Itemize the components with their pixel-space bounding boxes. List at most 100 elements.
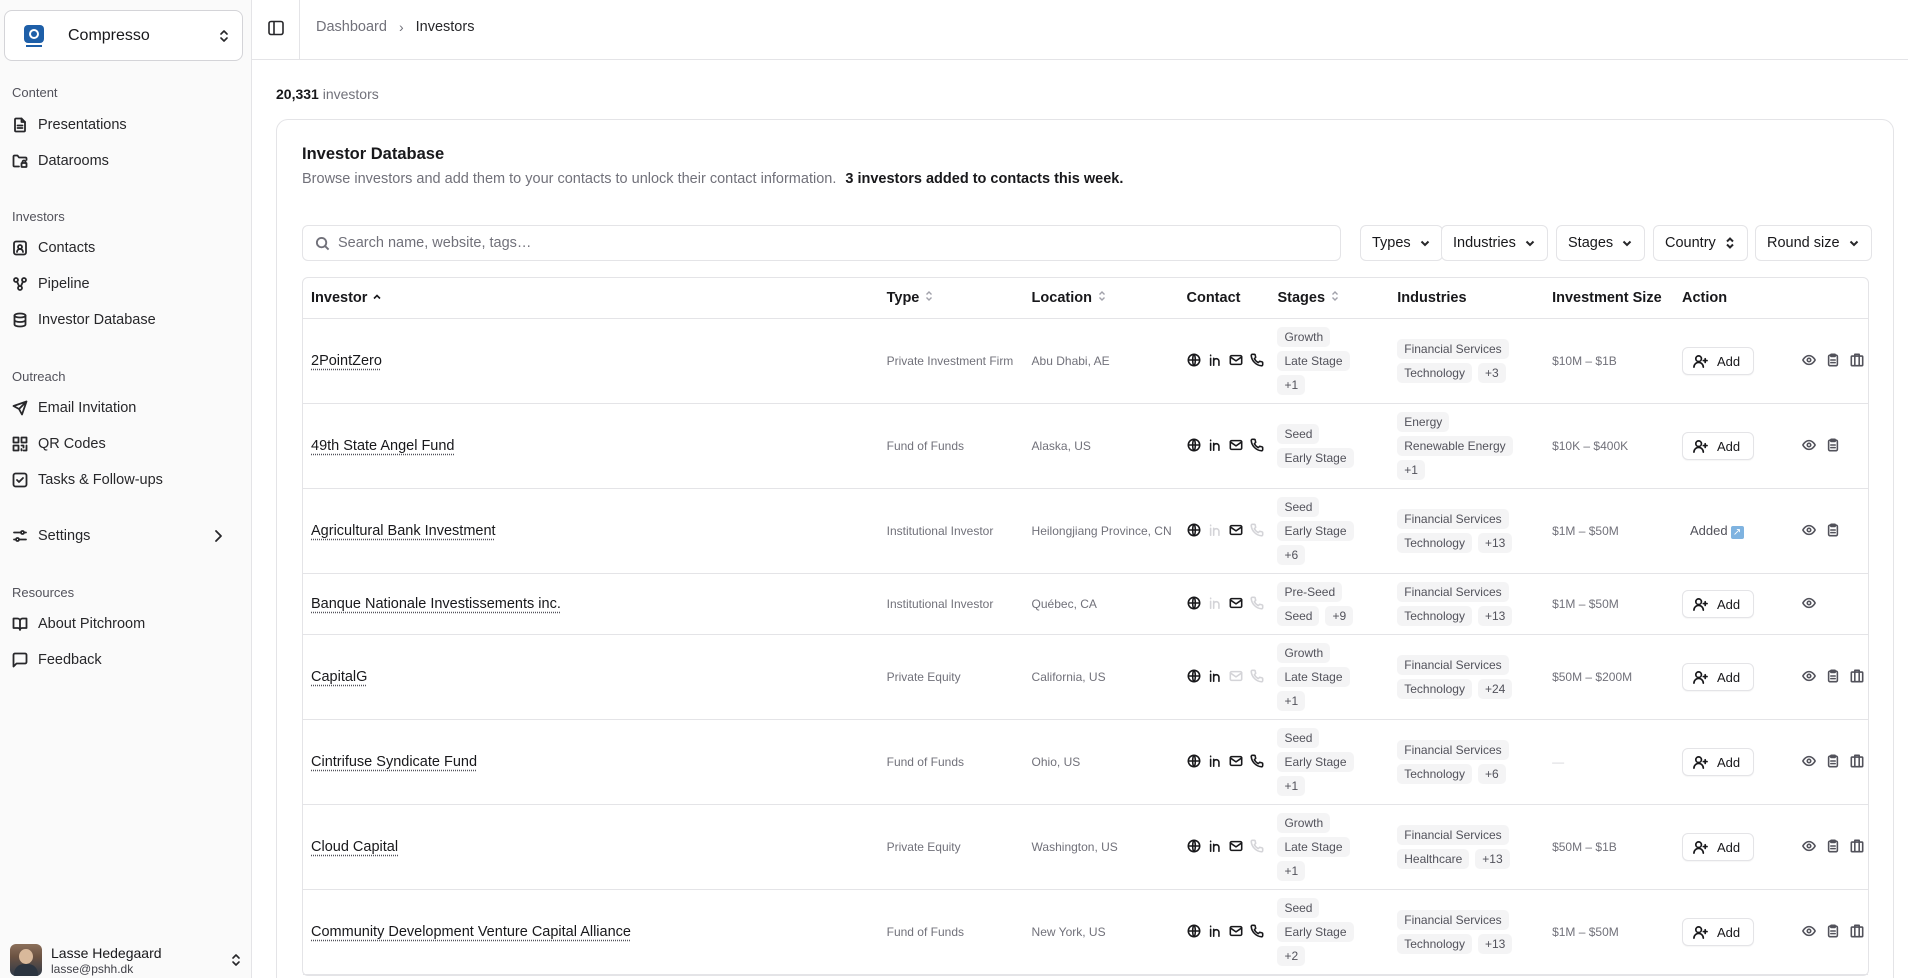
linkedin-icon[interactable] [1208, 754, 1222, 771]
globe-icon[interactable] [1187, 438, 1201, 455]
cell-industries: Financial Services Technology +13 [1389, 890, 1545, 975]
table-row[interactable]: 2PointZero Private Investment Firm Abu Dha… [303, 319, 1868, 404]
investor-name-link[interactable]: Cintrifuse Syndicate Fund [311, 754, 477, 770]
mail-icon[interactable] [1229, 438, 1243, 455]
add-contact-button[interactable]: Add [1681, 590, 1755, 618]
linkedin-icon[interactable] [1208, 353, 1222, 370]
building-icon[interactable] [1850, 924, 1864, 941]
table-row[interactable]: Community Development Venture Capital Al… [303, 890, 1868, 975]
table-row[interactable]: Cloud Capital Private Equity Washington, U… [303, 805, 1868, 890]
filter-industries[interactable]: Industries [1441, 225, 1548, 261]
globe-icon[interactable] [1187, 669, 1201, 686]
sidebar-item-pipeline[interactable]: Pipeline [12, 270, 240, 298]
user-menu[interactable]: Lasse Hedegaard lasse@pshh.dk [10, 943, 242, 977]
table-row[interactable]: 49th State Angel Fund Fund of Funds Alaska… [303, 404, 1868, 489]
search-input[interactable] [338, 235, 1340, 251]
sidebar-item-qr-codes[interactable]: QR Codes [12, 430, 240, 458]
search-box[interactable] [302, 225, 1341, 261]
added-status[interactable]: Added ↗ [1682, 523, 1744, 539]
investor-name-link[interactable]: Agricultural Bank Investment [311, 523, 496, 539]
view-icon[interactable] [1802, 924, 1816, 941]
view-icon[interactable] [1802, 438, 1816, 455]
filter-country[interactable]: Country [1653, 225, 1748, 261]
filter-stages[interactable]: Stages [1556, 225, 1646, 261]
filter-types[interactable]: Types [1360, 225, 1443, 261]
investor-name-link[interactable]: CapitalG [311, 669, 367, 685]
add-contact-button[interactable]: Add [1681, 748, 1755, 776]
linkedin-icon[interactable] [1208, 438, 1222, 455]
sidebar-item-settings[interactable]: Settings [12, 522, 240, 550]
stage-chip: Growth [1277, 643, 1331, 663]
view-icon[interactable] [1802, 596, 1816, 613]
sidebar-toggle-icon[interactable] [267, 19, 285, 37]
mail-icon[interactable] [1229, 523, 1243, 540]
table-row[interactable]: CapitalG Private Equity California, US Grow… [303, 635, 1868, 720]
column-header-stages[interactable]: Stages [1269, 278, 1390, 319]
sidebar-item-about[interactable]: About Pitchroom [12, 610, 240, 638]
add-contact-button[interactable]: Add [1681, 833, 1755, 861]
view-icon[interactable] [1802, 353, 1816, 370]
view-icon[interactable] [1802, 839, 1816, 856]
filter-round-size[interactable]: Round size [1755, 225, 1872, 261]
globe-icon[interactable] [1187, 523, 1201, 540]
globe-icon[interactable] [1187, 924, 1201, 941]
phone-icon[interactable] [1249, 924, 1264, 941]
table-row[interactable]: Cintrifuse Syndicate Fund Fund of Funds Oh… [303, 720, 1868, 805]
sidebar-item-datarooms[interactable]: Datarooms [12, 147, 240, 175]
building-icon[interactable] [1850, 669, 1864, 686]
linkedin-icon[interactable] [1208, 839, 1222, 856]
sidebar-item-investor-database[interactable]: Investor Database [12, 306, 240, 334]
linkedin-icon[interactable] [1208, 669, 1222, 686]
investor-name-link[interactable]: Cloud Capital [311, 839, 398, 855]
column-header-type[interactable]: Type [878, 278, 1024, 319]
cell-investment-size: $50M – $200M [1544, 635, 1674, 720]
view-icon[interactable] [1802, 754, 1816, 771]
clipboard-icon[interactable] [1826, 353, 1840, 370]
mail-icon[interactable] [1229, 924, 1243, 941]
workspace-switcher[interactable]: Compresso [4, 10, 243, 61]
clipboard-icon[interactable] [1826, 924, 1840, 941]
mail-icon[interactable] [1229, 596, 1243, 613]
clipboard-icon[interactable] [1826, 669, 1840, 686]
add-contact-button[interactable]: Add [1681, 663, 1755, 691]
sidebar-item-contacts[interactable]: Contacts [12, 234, 240, 262]
investor-name-link[interactable]: Banque Nationale Investissements inc. [311, 596, 561, 612]
globe-icon[interactable] [1187, 353, 1201, 370]
investor-name-link[interactable]: 49th State Angel Fund [311, 438, 455, 454]
sidebar-item-email-invitation[interactable]: Email Invitation [12, 394, 240, 422]
globe-icon[interactable] [1187, 596, 1201, 613]
phone-icon[interactable] [1249, 353, 1264, 370]
mail-icon[interactable] [1229, 839, 1243, 856]
clipboard-icon[interactable] [1826, 438, 1840, 455]
table-row[interactable]: Agricultural Bank Investment Institutiona… [303, 489, 1868, 574]
clipboard-icon[interactable] [1826, 523, 1840, 540]
phone-icon[interactable] [1249, 754, 1264, 771]
view-icon[interactable] [1802, 669, 1816, 686]
building-icon[interactable] [1850, 839, 1864, 856]
filter-label: Types [1372, 235, 1411, 251]
investor-name-link[interactable]: 2PointZero [311, 353, 382, 369]
building-icon[interactable] [1850, 754, 1864, 771]
mail-icon[interactable] [1229, 754, 1243, 771]
sidebar-item-feedback[interactable]: Feedback [12, 646, 240, 674]
breadcrumb-dashboard[interactable]: Dashboard [316, 19, 387, 35]
clipboard-icon[interactable] [1826, 839, 1840, 856]
phone-icon[interactable] [1249, 438, 1264, 455]
column-header-investor[interactable]: Investor [303, 278, 879, 319]
building-icon[interactable] [1850, 353, 1864, 370]
globe-icon[interactable] [1187, 754, 1201, 771]
view-icon[interactable] [1802, 523, 1816, 540]
add-contact-button[interactable]: Add [1681, 432, 1755, 460]
table-row[interactable]: Banque Nationale Investissements inc. Ins… [303, 574, 1868, 635]
sidebar-item-presentations[interactable]: Presentations [12, 111, 240, 139]
linkedin-icon[interactable] [1208, 924, 1222, 941]
sidebar-item-tasks[interactable]: Tasks & Follow-ups [12, 466, 240, 494]
cell-type: Private Equity [878, 805, 1024, 890]
column-header-location[interactable]: Location [1023, 278, 1179, 319]
add-contact-button[interactable]: Add [1681, 918, 1755, 946]
clipboard-icon[interactable] [1826, 754, 1840, 771]
add-contact-button[interactable]: Add [1681, 347, 1755, 375]
globe-icon[interactable] [1187, 839, 1201, 856]
investor-name-link[interactable]: Community Development Venture Capital Al… [311, 924, 631, 940]
mail-icon[interactable] [1229, 353, 1243, 370]
